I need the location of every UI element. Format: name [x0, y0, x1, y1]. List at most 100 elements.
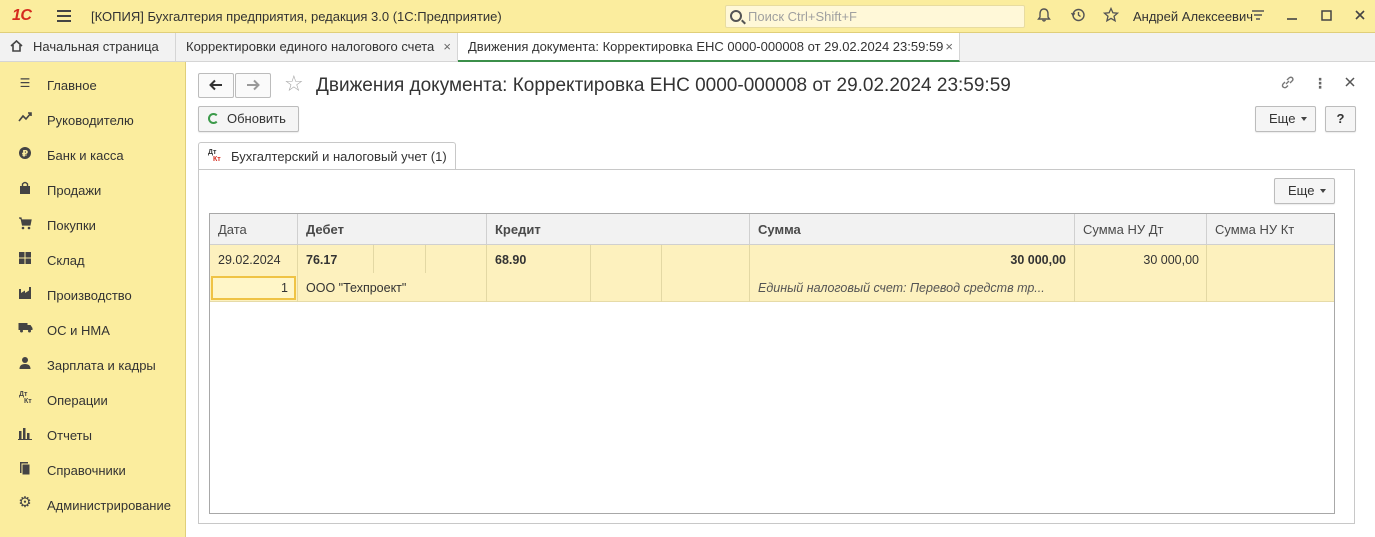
column-header-amount-nu-kt[interactable]: Сумма НУ Кт — [1207, 214, 1334, 245]
close-form-icon[interactable] — [1344, 75, 1356, 91]
more-button[interactable]: Еще — [1255, 106, 1316, 132]
cell-content[interactable]: Единый налоговый счет: Перевод средств т… — [758, 281, 1066, 295]
close-tab-icon[interactable]: × — [443, 33, 451, 61]
help-button[interactable]: ? — [1325, 106, 1356, 132]
dt-label: Дт — [19, 391, 28, 398]
tab-home[interactable]: Начальная страница — [0, 33, 176, 62]
tab-document-movements[interactable]: Движения документа: Корректировка ЕНС 00… — [458, 33, 960, 62]
link-icon[interactable] — [1280, 75, 1295, 93]
movements-table[interactable]: Дата Дебет Кредит Сумма Сумма НУ Дт Сумм… — [209, 213, 1335, 514]
sidebar-item-main[interactable]: ☰ Главное — [0, 65, 186, 100]
sidebar-item-fixed-assets[interactable]: ОС и НМА — [0, 310, 186, 345]
tab-label: Начальная страница — [33, 39, 159, 54]
sidebar-item-label: Зарплата и кадры — [47, 358, 156, 373]
svg-text:₽: ₽ — [22, 150, 28, 160]
document-form: ☆ Движения документа: Корректировка ЕНС … — [187, 62, 1375, 537]
arrow-left-icon — [209, 79, 222, 91]
sidebar-item-label: Главное — [47, 78, 97, 93]
truck-icon — [18, 321, 33, 335]
cell-divider — [749, 245, 750, 302]
dt-kt-icon: Дт Кт — [208, 149, 221, 163]
more-label: Еще — [1288, 183, 1315, 198]
trend-icon — [18, 111, 32, 125]
kt-label: Кт — [213, 156, 221, 163]
column-header-amount[interactable]: Сумма — [750, 214, 1075, 245]
search-box[interactable] — [725, 5, 1025, 28]
coin-icon: ₽ — [18, 146, 32, 160]
bar-chart-icon — [18, 426, 32, 440]
cell-divider — [590, 245, 591, 302]
tab-label: Движения документа: Корректировка ЕНС 00… — [468, 39, 944, 54]
sidebar-item-label: Склад — [47, 253, 85, 268]
sidebar-item-label: Справочники — [47, 463, 126, 478]
bell-icon[interactable] — [1034, 7, 1054, 27]
history-icon[interactable] — [1068, 7, 1088, 27]
kt-label: Кт — [24, 398, 32, 405]
more-vertical-icon[interactable]: ⋮ — [1313, 75, 1327, 92]
sidebar-item-warehouse[interactable]: Склад — [0, 240, 186, 275]
sidebar-item-sales[interactable]: Продажи — [0, 170, 186, 205]
sidebar-item-bank[interactable]: ₽ Банк и касса — [0, 135, 186, 170]
title-bar: 1С [КОПИЯ] Бухгалтерия предприятия, реда… — [0, 0, 1375, 33]
bag-icon — [18, 181, 32, 195]
cell-date[interactable]: 29.02.2024 — [218, 253, 281, 267]
sections-sidebar: ☰ Главное Руководителю ₽ Банк и касса Пр… — [0, 62, 186, 537]
table-more-button[interactable]: Еще — [1274, 178, 1335, 204]
back-button[interactable] — [198, 73, 234, 98]
sidebar-item-salary[interactable]: Зарплата и кадры — [0, 345, 186, 380]
cell-credit[interactable]: 68.90 — [495, 253, 526, 267]
refresh-icon — [208, 113, 219, 124]
sidebar-item-admin[interactable]: ⚙ Администрирование — [0, 485, 186, 520]
sidebar-item-production[interactable]: Производство — [0, 275, 186, 310]
app-logo: 1С — [12, 7, 32, 24]
home-icon — [10, 40, 23, 52]
column-header-amount-nu-dt[interactable]: Сумма НУ Дт — [1075, 214, 1207, 245]
cell-divider — [1206, 245, 1207, 302]
column-header-credit[interactable]: Кредит — [487, 214, 750, 245]
maximize-icon[interactable] — [1316, 7, 1336, 27]
sidebar-item-label: Администрирование — [47, 498, 171, 513]
cell-line-number[interactable]: 1 — [211, 276, 296, 300]
chevron-down-icon — [1301, 117, 1308, 121]
search-icon — [730, 10, 742, 22]
close-tab-icon[interactable]: × — [945, 33, 953, 61]
cell-amount-nu-dt[interactable]: 30 000,00 — [1083, 253, 1199, 267]
chevron-down-icon — [1320, 189, 1327, 193]
warehouse-icon — [18, 251, 32, 265]
sidebar-item-purchases[interactable]: Покупки — [0, 205, 186, 240]
minimize-icon[interactable] — [1282, 7, 1302, 27]
refresh-button[interactable]: Обновить — [198, 106, 299, 132]
tab-accounting-tax[interactable]: Дт Кт Бухгалтерский и налоговый учет (1) — [198, 142, 456, 170]
menu-lines-icon: ☰ — [19, 76, 31, 90]
favorite-star-icon[interactable]: ☆ — [284, 72, 304, 96]
cell-divider — [1074, 245, 1075, 302]
tab-ens-corrections[interactable]: Корректировки единого налогового счета × — [176, 33, 458, 62]
cell-debit-subconto[interactable]: ООО "Техпроект" — [306, 281, 484, 295]
forward-button[interactable] — [235, 73, 271, 98]
sidebar-item-manager[interactable]: Руководителю — [0, 100, 186, 135]
cell-debit[interactable]: 76.17 — [306, 253, 337, 267]
close-window-icon[interactable] — [1350, 7, 1370, 27]
main-menu-icon[interactable] — [57, 10, 71, 22]
tab-label: Корректировки единого налогового счета — [186, 39, 435, 54]
people-icon — [18, 356, 32, 370]
sidebar-item-references[interactable]: Справочники — [0, 450, 186, 485]
cell-divider — [486, 245, 487, 302]
column-header-debit[interactable]: Дебет — [298, 214, 487, 245]
sidebar-item-reports[interactable]: Отчеты — [0, 415, 186, 450]
page-title: Движения документа: Корректировка ЕНС 00… — [316, 75, 1011, 96]
sidebar-item-operations[interactable]: Дт Кт Операции — [0, 380, 186, 415]
column-header-date[interactable]: Дата — [210, 214, 298, 245]
settings-lines-icon[interactable] — [1248, 7, 1268, 27]
cell-divider — [373, 245, 374, 273]
dt-kt-icon: Дт Кт — [18, 391, 32, 405]
cell-amount[interactable]: 30 000,00 — [758, 253, 1066, 267]
sidebar-item-label: Банк и касса — [47, 148, 124, 163]
search-input[interactable] — [748, 8, 1018, 25]
sidebar-item-label: Операции — [47, 393, 108, 408]
cell-divider — [661, 245, 662, 302]
sidebar-item-label: Отчеты — [47, 428, 92, 443]
favorites-star-icon[interactable] — [1101, 6, 1121, 27]
user-name[interactable]: Андрей Алексеевич — [1133, 9, 1253, 24]
refresh-label: Обновить — [227, 111, 286, 126]
